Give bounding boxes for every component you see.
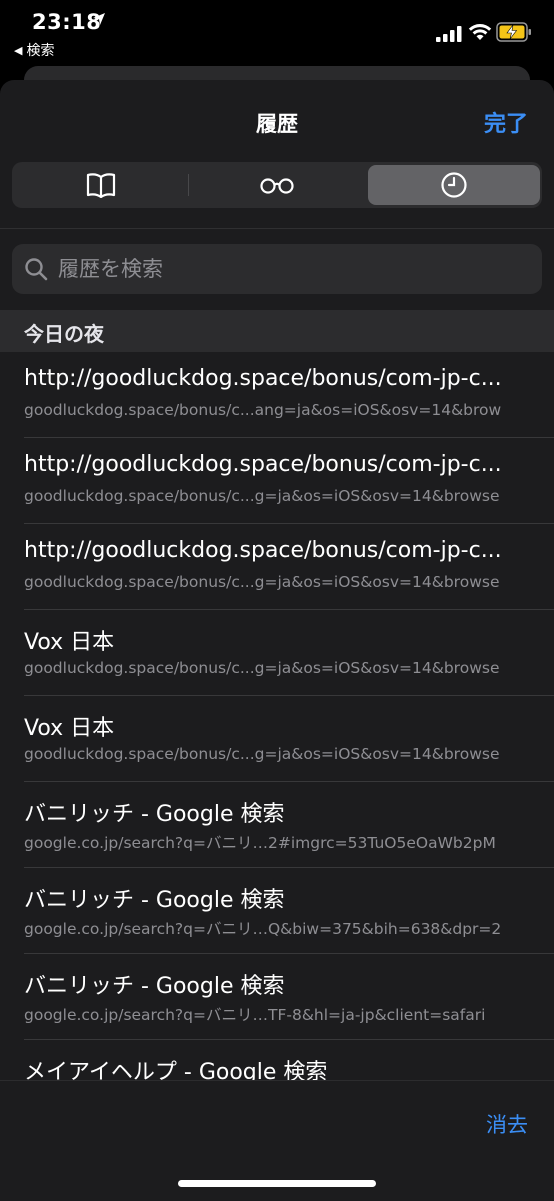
history-url: goodluckdog.space/bonus/c...ang=ja&os=iO… — [24, 401, 502, 419]
history-row[interactable]: バニリッチ - Google 検索 google.co.jp/search?q=… — [0, 868, 554, 954]
history-title: http://goodluckdog.space/bonus/com-jp-c.… — [24, 538, 502, 563]
history-search-field[interactable] — [12, 244, 542, 294]
search-icon — [25, 258, 48, 281]
battery-charging-icon — [496, 22, 531, 42]
history-title: http://goodluckdog.space/bonus/com-jp-c.… — [24, 452, 502, 477]
history-url: google.co.jp/search?q=バニリ…Q&biw=375&bih=… — [24, 920, 502, 938]
wifi-icon — [468, 24, 492, 40]
history-row[interactable]: Vox 日本 goodluckdog.space/bonus/c...g=ja&… — [0, 696, 554, 782]
history-row[interactable]: バニリッチ - Google 検索 google.co.jp/search?q=… — [0, 954, 554, 1040]
segment-divider — [188, 174, 189, 196]
status-time: 23:18 — [32, 10, 102, 34]
history-title: Vox 日本 — [24, 630, 115, 655]
history-row[interactable]: http://goodluckdog.space/bonus/com-jp-c.… — [0, 524, 554, 610]
home-indicator[interactable] — [178, 1180, 376, 1187]
tab-bookmarks[interactable] — [15, 165, 187, 205]
history-url: google.co.jp/search?q=バニリ…TF-8&hl=ja-jp&… — [24, 1006, 486, 1024]
sheet-header: 履歴 完了 — [0, 80, 554, 160]
history-url: goodluckdog.space/bonus/c...g=ja&os=iOS&… — [24, 745, 500, 763]
header-divider — [0, 228, 554, 229]
history-url: google.co.jp/search?q=バニリ…2#imgrc=53TuO5… — [24, 834, 496, 852]
back-to-app-button[interactable]: ◀ 検索 — [14, 40, 54, 60]
section-title: 今日の夜 — [24, 322, 104, 346]
sheet-title: 履歴 — [256, 112, 298, 136]
history-url: goodluckdog.space/bonus/c...g=ja&os=iOS&… — [24, 659, 500, 677]
history-title: Vox 日本 — [24, 716, 115, 741]
history-list: http://goodluckdog.space/bonus/com-jp-c.… — [0, 352, 554, 1126]
history-row[interactable]: Vox 日本 goodluckdog.space/bonus/c...g=ja&… — [0, 610, 554, 696]
back-triangle-icon: ◀ — [14, 43, 23, 57]
tab-reading-list[interactable] — [191, 165, 363, 205]
library-segmented-control — [12, 162, 542, 208]
reading-list-glasses-icon — [260, 178, 294, 194]
history-title: バニリッチ - Google 検索 — [24, 974, 285, 999]
history-row[interactable]: http://goodluckdog.space/bonus/com-jp-c.… — [0, 438, 554, 524]
status-bar: 23:18 ◀ 検索 — [0, 0, 554, 60]
history-title: http://goodluckdog.space/bonus/com-jp-c.… — [24, 366, 502, 391]
history-row[interactable]: http://goodluckdog.space/bonus/com-jp-c.… — [0, 352, 554, 438]
location-arrow-icon — [93, 13, 105, 25]
section-header: 今日の夜 — [0, 310, 554, 352]
history-url: goodluckdog.space/bonus/c...g=ja&os=iOS&… — [24, 487, 500, 505]
search-input[interactable] — [56, 256, 520, 282]
history-row[interactable]: バニリッチ - Google 検索 google.co.jp/search?q=… — [0, 782, 554, 868]
tab-history[interactable] — [368, 165, 540, 205]
history-title: バニリッチ - Google 検索 — [24, 888, 285, 913]
cellular-signal-icon — [436, 26, 462, 42]
book-icon — [86, 173, 116, 198]
done-button[interactable]: 完了 — [484, 106, 528, 138]
history-clock-icon — [441, 172, 467, 198]
history-title: バニリッチ - Google 検索 — [24, 802, 285, 827]
history-url: goodluckdog.space/bonus/c...g=ja&os=iOS&… — [24, 573, 500, 591]
history-sheet: 履歴 完了 履歴を検索 今日の夜 http://goodluckdog.spac… — [0, 80, 554, 1200]
clear-history-button[interactable]: 消去 — [486, 1109, 528, 1139]
back-app-label: 検索 — [26, 43, 55, 59]
